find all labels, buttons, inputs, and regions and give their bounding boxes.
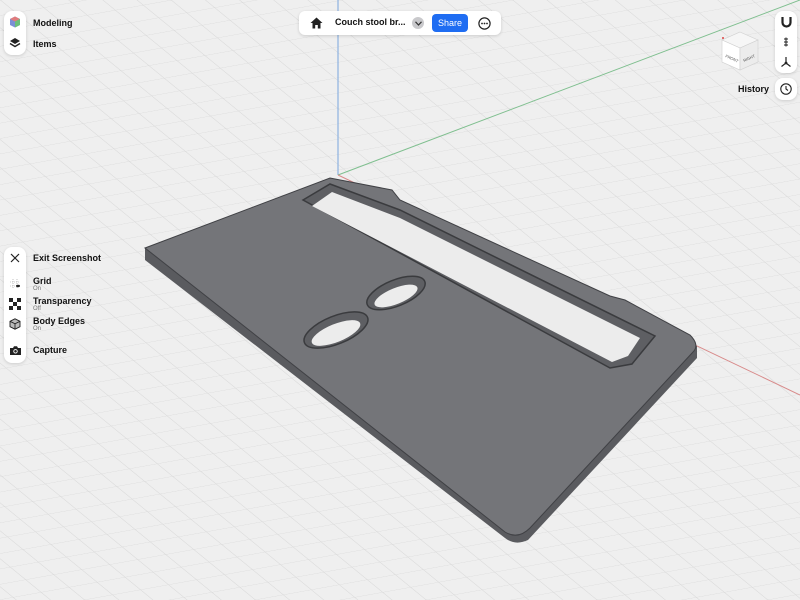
share-button[interactable]: Share [432,14,468,32]
items-button[interactable] [7,35,23,51]
capture-button[interactable] [7,342,23,358]
more-button[interactable] [476,15,492,31]
body-edges-label[interactable]: Body Edges [33,316,85,326]
axis-icon [781,57,791,67]
modeling-cube-icon [10,16,20,28]
body-edges-icon [9,318,21,330]
grid-label[interactable]: Grid [33,276,52,286]
body-edges-state: On [33,326,42,332]
items-label[interactable]: Items [33,39,57,49]
more-icon [477,16,491,30]
grid-state: On [33,286,42,292]
exit-screenshot-label[interactable]: Exit Screenshot [33,253,101,263]
history-label[interactable]: History [738,84,769,94]
grid-toggle[interactable] [7,276,23,292]
clock-icon [780,83,792,95]
home-icon [310,17,322,29]
measure-button[interactable] [778,34,794,50]
close-icon [10,253,20,263]
transparency-icon [9,298,21,310]
document-title[interactable]: Couch stool br... [335,17,406,27]
exit-screenshot-button[interactable] [7,250,23,266]
camera-icon [9,345,21,355]
snap-button[interactable] [778,14,794,30]
axis-button[interactable] [778,54,794,70]
capture-label[interactable]: Capture [33,345,67,355]
ruler-icon [784,37,788,47]
home-button[interactable] [307,14,325,32]
viewport-3d[interactable] [0,0,800,600]
modeling-button[interactable] [7,14,23,30]
chevron-down-icon [414,20,422,26]
body-edges-toggle[interactable] [7,316,23,332]
top-bar: Couch stool br... Share [299,11,501,35]
transparency-label[interactable]: Transparency [33,296,92,306]
layers-icon [9,38,21,48]
transparency-toggle[interactable] [7,296,23,312]
transparency-state: Off [33,306,41,312]
history-button[interactable] [775,78,797,100]
title-dropdown-button[interactable] [412,17,424,29]
view-cube-icon[interactable]: FRONT RIGHT [720,30,760,72]
grid-icon [10,279,20,289]
modeling-label[interactable]: Modeling [33,18,73,28]
magnet-icon [780,17,792,28]
